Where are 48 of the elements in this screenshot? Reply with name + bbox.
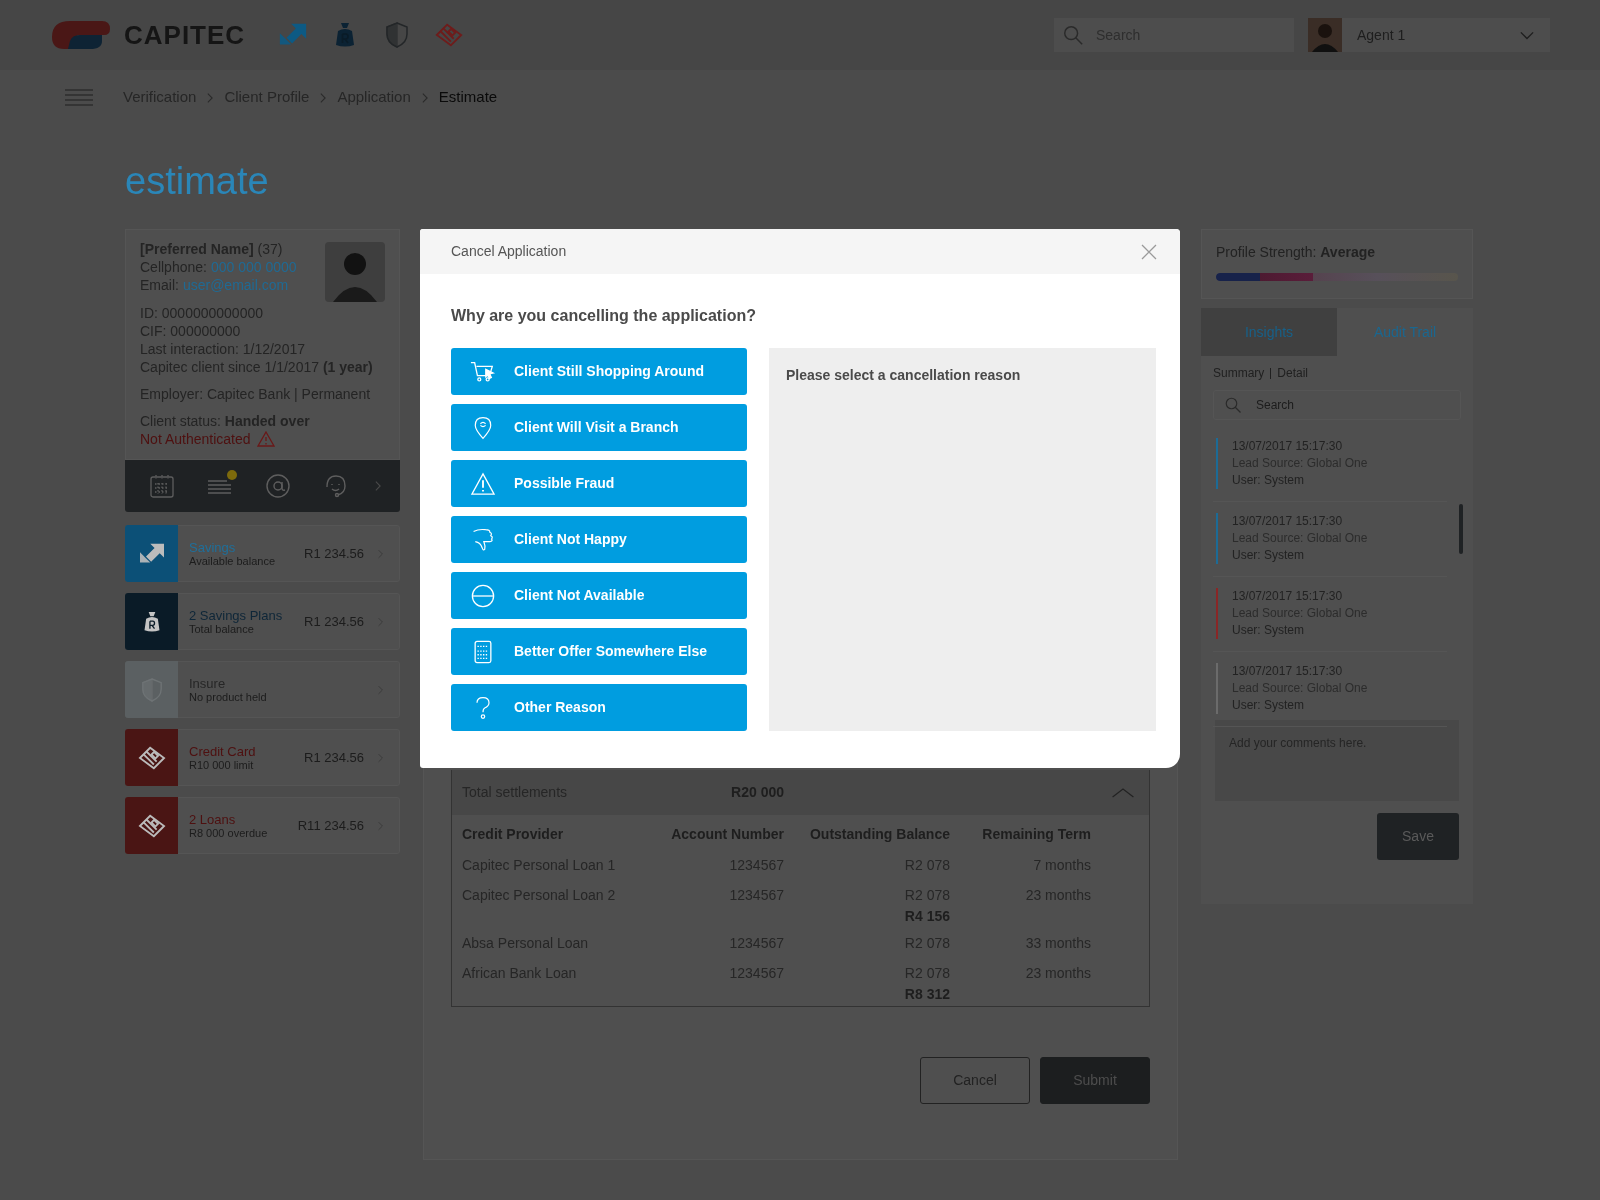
save-button[interactable]: Save xyxy=(1377,813,1459,860)
search-icon xyxy=(1062,24,1084,46)
at-sign-button[interactable] xyxy=(265,473,291,499)
avatar xyxy=(1308,18,1342,52)
product-name: Savings xyxy=(189,539,237,555)
card-icon xyxy=(136,744,167,771)
reason-button[interactable]: Client Not Available xyxy=(451,572,747,619)
tab[interactable]: Audit Trail xyxy=(1337,308,1473,356)
product-name: 2 Loans xyxy=(189,811,237,827)
tab[interactable]: Insights xyxy=(1201,308,1337,356)
close-icon xyxy=(1141,243,1157,260)
card-icon xyxy=(434,21,465,49)
close-button[interactable] xyxy=(1141,243,1158,260)
chevron-right-icon xyxy=(205,90,216,105)
search-icon xyxy=(1224,396,1242,414)
reason-button[interactable]: Client Not Happy xyxy=(451,516,747,563)
reason-button[interactable]: Client Will Visit a Branch xyxy=(451,404,747,451)
arrows-icon xyxy=(137,541,166,566)
reason-button[interactable]: Other Reason xyxy=(451,684,747,731)
reason-button[interactable]: Client Still Shopping Around xyxy=(451,348,747,395)
warning-icon xyxy=(256,431,275,447)
reason-button[interactable]: Better Offer Somewhere Else xyxy=(451,628,747,675)
auth-warning: Not Authenticated xyxy=(140,430,251,448)
cart-icon xyxy=(470,359,496,384)
at-sign-icon xyxy=(265,473,291,499)
headset-button[interactable] xyxy=(323,473,349,499)
dialog-question: Why are you cancelling the application? xyxy=(451,306,757,326)
contact-link[interactable]: 000 000 0000 xyxy=(210,258,297,276)
logo-icon xyxy=(50,19,112,51)
headset-icon xyxy=(323,473,349,499)
scrollbar-thumb[interactable] xyxy=(1459,504,1463,554)
warning-icon xyxy=(470,471,496,496)
no-entry-icon xyxy=(470,583,496,608)
calendar-button[interactable] xyxy=(149,473,175,499)
contact-link[interactable]: user@email.com xyxy=(182,276,289,294)
calendar-icon xyxy=(149,473,175,499)
reason-detail-field[interactable]: Please select a cancellation reason xyxy=(769,348,1156,731)
chevron-right-icon xyxy=(373,478,383,494)
chevron-right-icon xyxy=(318,90,329,105)
client-photo xyxy=(325,242,385,302)
breadcrumb-link[interactable]: Estimate xyxy=(438,86,498,109)
dialog-title: Cancel Application xyxy=(451,242,567,261)
chevron-up-icon xyxy=(1111,786,1135,799)
card-icon xyxy=(136,812,167,839)
product-name: 2 Savings Plans xyxy=(189,607,283,623)
product-name: Credit Card xyxy=(189,743,256,759)
reason-button[interactable]: Possible Fraud xyxy=(451,460,747,507)
page-title: estimate xyxy=(125,159,269,204)
